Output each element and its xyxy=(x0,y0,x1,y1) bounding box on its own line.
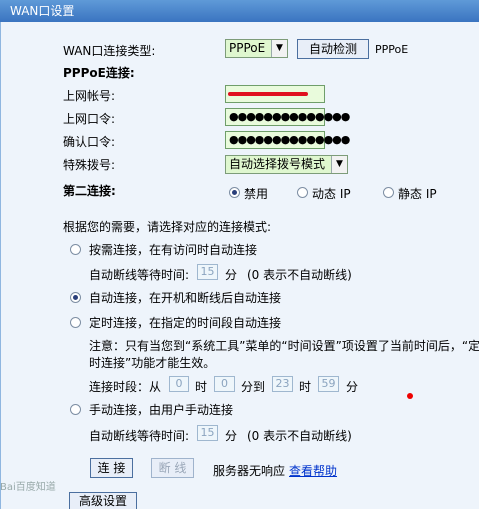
server-status: 服务器无响应 xyxy=(213,464,286,478)
idle-unit: 分 xyxy=(225,268,238,282)
period-start-hour-input[interactable]: 0 xyxy=(169,376,189,392)
idle-unit-2: 分 xyxy=(225,429,238,443)
wan-type-select[interactable]: PPPoE ▼ xyxy=(225,39,288,58)
second-static-ip-radio[interactable] xyxy=(383,187,394,198)
idle-time-label-2: 自动断线等待时间: xyxy=(89,429,190,443)
hour-unit-2: 时 xyxy=(299,380,312,394)
mode-prompt: 根据您的需要，请选择对应的连接模式: xyxy=(63,220,272,234)
manual-connect-label: 手动连接，由用户手动连接 xyxy=(89,403,234,417)
timed-connect-label: 定时连接，在指定的时间段自动连接 xyxy=(89,316,282,330)
confirm-password-label: 确认口令: xyxy=(63,135,116,149)
auto-detect-button[interactable]: 自动检测 xyxy=(297,39,369,59)
period-to-label: 分到 xyxy=(241,380,266,394)
period-start-minute-input[interactable]: 0 xyxy=(214,376,235,392)
redaction-mark xyxy=(228,92,308,96)
confirm-password-input[interactable]: ●●●●●●●●●●●●●● xyxy=(225,131,350,149)
period-end-minute-input[interactable]: 59 xyxy=(318,376,339,392)
second-disabled-label: 禁用 xyxy=(244,187,269,201)
second-connection-label: 第二连接: xyxy=(63,184,116,198)
second-static-ip-label: 静态 IP xyxy=(398,187,437,201)
dial-mode-value: 自动选择拨号模式 xyxy=(229,157,326,171)
minute-unit: 分 xyxy=(346,380,359,394)
second-dynamic-ip-radio[interactable] xyxy=(297,187,308,198)
account-input[interactable] xyxy=(225,85,325,103)
wan-type-value: PPPoE xyxy=(229,41,266,55)
advanced-settings-button[interactable]: 高级设置 xyxy=(69,492,137,509)
idle-note-2: (0 表示不自动断线) xyxy=(247,429,352,443)
watermark: Bai百度知道 xyxy=(0,482,56,493)
note-line-1: 注意：只有当您到“系统工具”菜单的“时间设置”项设置了当前时间后，“定 xyxy=(89,339,479,353)
idle-time-label: 自动断线等待时间: xyxy=(89,268,190,282)
chevron-down-icon: ▼ xyxy=(271,40,287,57)
idle-time-input-2[interactable]: 15 xyxy=(197,425,218,441)
help-link[interactable]: 查看帮助 xyxy=(289,462,337,479)
idle-time-input[interactable]: 15 xyxy=(197,264,218,280)
wan-settings-panel: WAN口连接类型: PPPoE ▼ 自动检测 PPPoE PPPoE连接: 上网… xyxy=(0,22,479,509)
on-demand-radio[interactable] xyxy=(70,244,81,255)
timed-connect-radio[interactable] xyxy=(70,317,81,328)
period-end-hour-input[interactable]: 23 xyxy=(272,376,293,392)
hour-unit-1: 时 xyxy=(195,380,208,394)
dial-mode-select[interactable]: 自动选择拨号模式 ▼ xyxy=(225,155,348,174)
detected-type: PPPoE xyxy=(375,43,409,56)
auto-connect-radio[interactable] xyxy=(70,292,81,303)
account-label: 上网帐号: xyxy=(63,89,116,103)
connect-button[interactable]: 连 接 xyxy=(90,458,133,478)
on-demand-label: 按需连接，在有访问时自动连接 xyxy=(89,243,258,257)
dial-mode-label: 特殊拨号: xyxy=(63,158,116,172)
period-label: 连接时段：从 xyxy=(89,380,162,394)
auto-connect-label: 自动连接，在开机和断线后自动连接 xyxy=(89,291,282,305)
chevron-down-icon: ▼ xyxy=(331,156,347,173)
manual-connect-radio[interactable] xyxy=(70,404,81,415)
idle-note: (0 表示不自动断线) xyxy=(247,268,352,282)
disconnect-button[interactable]: 断 线 xyxy=(151,458,194,478)
window-title: WAN口设置 xyxy=(0,0,479,22)
password-input[interactable]: ●●●●●●●●●●●●●● xyxy=(225,108,350,126)
note-line-2: 时连接”功能才能生效。 xyxy=(89,356,216,370)
pppoe-section-title: PPPoE连接: xyxy=(63,66,135,80)
second-disabled-radio[interactable] xyxy=(229,187,240,198)
wan-type-label: WAN口连接类型: xyxy=(63,44,156,58)
red-dot-mark xyxy=(407,393,413,399)
second-dynamic-ip-label: 动态 IP xyxy=(312,187,351,201)
password-label: 上网口令: xyxy=(63,112,116,126)
